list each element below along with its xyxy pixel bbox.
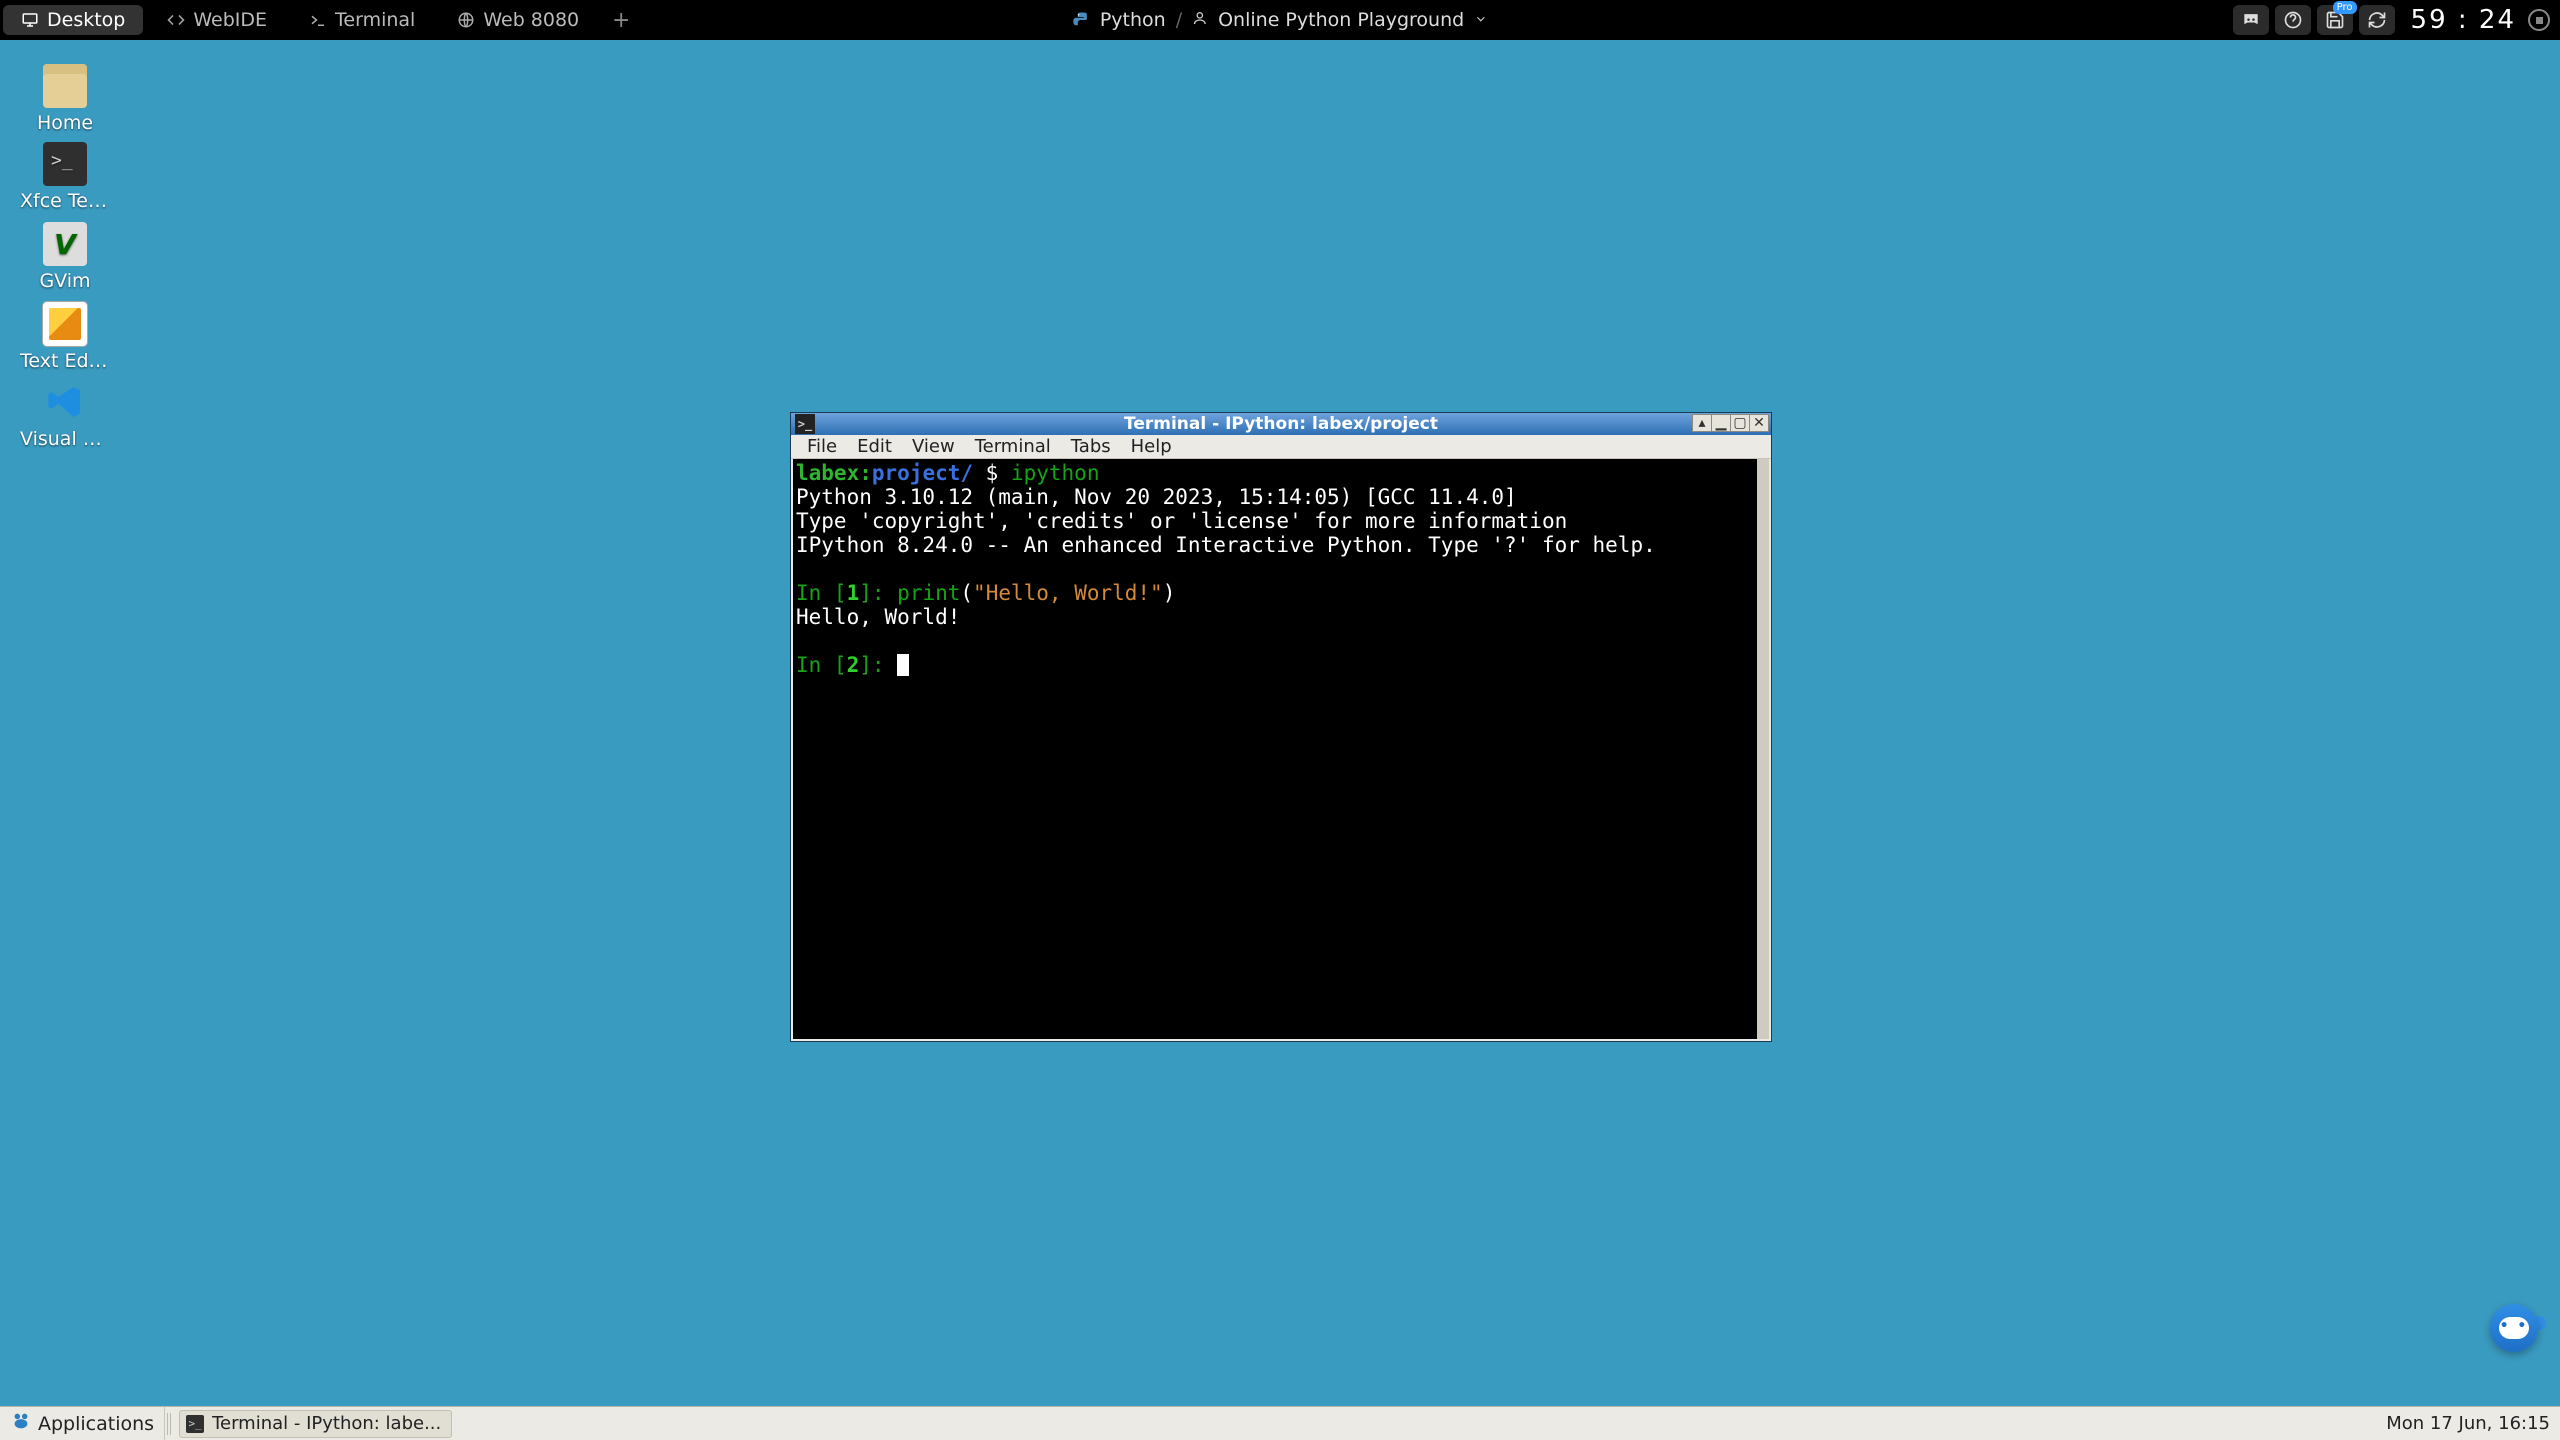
- session-timer: 59 : 24: [2411, 5, 2516, 35]
- menu-edit[interactable]: Edit: [847, 434, 902, 459]
- window-titlebar[interactable]: >_ Terminal - IPython: labex/project ▴ ▁…: [791, 413, 1771, 435]
- code-icon: [167, 11, 185, 29]
- tab-label: Web 8080: [483, 9, 579, 31]
- stop-timer-button[interactable]: [2528, 9, 2550, 31]
- tab-desktop[interactable]: Desktop: [3, 5, 143, 35]
- pro-badge: Pro: [2333, 1, 2357, 14]
- terminal-content[interactable]: labex:project/ $ ipython Python 3.10.12 …: [793, 459, 1769, 1039]
- applications-menu-button[interactable]: Applications: [0, 1407, 165, 1440]
- terminal-window[interactable]: >_ Terminal - IPython: labex/project ▴ ▁…: [790, 412, 1772, 1042]
- tab-label: Desktop: [47, 9, 125, 31]
- globe-icon: [457, 11, 475, 29]
- top-breadcrumb[interactable]: Python / Online Python Playground: [1072, 9, 1488, 31]
- prompt-user: labex: [796, 461, 859, 485]
- window-title: Terminal - IPython: labex/project: [791, 414, 1771, 434]
- prompt-sep: :: [859, 461, 872, 485]
- in-prefix: In [: [796, 653, 847, 677]
- blank-line: [796, 557, 1766, 581]
- xfce-taskbar: Applications >_ Terminal - IPython: labe…: [0, 1406, 2560, 1440]
- banner-line: Python 3.10.12 (main, Nov 20 2023, 15:14…: [796, 485, 1766, 509]
- menu-help[interactable]: Help: [1121, 434, 1182, 459]
- taskbar-clock[interactable]: Mon 17 Jun, 16:15: [2386, 1413, 2550, 1434]
- topbar-actions: Pro 59 : 24: [2233, 0, 2550, 40]
- prompt-icon: [309, 11, 327, 29]
- ipython-in-1: In [1]: print("Hello, World!"): [796, 581, 1766, 605]
- ipython-in-2: In [2]:: [796, 653, 1766, 677]
- paren-close: ): [1163, 581, 1176, 605]
- desktop-icon-gvim[interactable]: GVim: [20, 222, 110, 292]
- prompt-path: project/: [872, 461, 973, 485]
- typed-command: ipython: [1011, 461, 1100, 485]
- tab-terminal[interactable]: Terminal: [291, 5, 433, 35]
- icon-label: Text Edi...: [20, 350, 110, 372]
- terminal-scrollbar[interactable]: [1757, 459, 1769, 1039]
- text-cursor: [897, 654, 909, 676]
- in-prefix: In [: [796, 581, 847, 605]
- breadcrumb-page: Online Python Playground: [1218, 9, 1464, 31]
- paren-open: (: [960, 581, 973, 605]
- terminal-app-icon: >_: [795, 414, 815, 434]
- view-tabs: Desktop WebIDE Terminal Web 8080 +: [0, 0, 636, 40]
- desktop-icon-home[interactable]: Home: [20, 64, 110, 134]
- banner-line: Type 'copyright', 'credits' or 'license'…: [796, 509, 1766, 533]
- shade-button[interactable]: ▴: [1692, 414, 1712, 432]
- text-editor-icon: [43, 302, 87, 346]
- folder-icon: [43, 64, 87, 108]
- breadcrumb-sep: /: [1176, 9, 1182, 31]
- in-suffix: ]:: [859, 653, 897, 677]
- in-number: 1: [847, 581, 860, 605]
- add-tab-button[interactable]: +: [606, 8, 636, 33]
- terminal-menubar: File Edit View Terminal Tabs Help: [791, 435, 1771, 459]
- maximize-button[interactable]: ▢: [1730, 414, 1750, 432]
- call-name: print: [897, 581, 960, 605]
- prompt-dollar: $: [973, 461, 1011, 485]
- banner-line: IPython 8.24.0 -- An enhanced Interactiv…: [796, 533, 1766, 557]
- icon-label: Home: [20, 112, 110, 134]
- menu-tabs[interactable]: Tabs: [1061, 434, 1121, 459]
- icon-label: Visual S...: [20, 428, 110, 450]
- tab-webide[interactable]: WebIDE: [149, 5, 285, 35]
- tab-label: WebIDE: [193, 9, 267, 31]
- menu-terminal[interactable]: Terminal: [965, 434, 1061, 459]
- taskbar-item-label: Terminal - IPython: labe...: [212, 1413, 441, 1434]
- python-icon: [1072, 11, 1090, 29]
- vscode-icon: [43, 380, 87, 424]
- menu-view[interactable]: View: [902, 434, 965, 459]
- desktop-icon-xfce-terminal[interactable]: Xfce Ter...: [20, 142, 110, 212]
- taskbar-separator: [167, 1413, 173, 1435]
- chat-launcher-button[interactable]: [2490, 1304, 2538, 1352]
- user-icon: [1192, 9, 1208, 31]
- tab-label: Terminal: [335, 9, 415, 31]
- chevron-down-icon: [1474, 9, 1488, 31]
- breadcrumb-lang: Python: [1100, 9, 1166, 31]
- xfce-desktop[interactable]: Home Xfce Ter... GVim Text Edi... Visual…: [0, 40, 2560, 1406]
- in-suffix: ]:: [859, 581, 897, 605]
- applications-label: Applications: [38, 1413, 154, 1435]
- labex-topbar: Desktop WebIDE Terminal Web 8080 + Pytho…: [0, 0, 2560, 40]
- monitor-icon: [21, 11, 39, 29]
- string-literal: "Hello, World!": [973, 581, 1163, 605]
- desktop-icon-vscode[interactable]: Visual S...: [20, 380, 110, 450]
- tab-web8080[interactable]: Web 8080: [439, 5, 597, 35]
- minimize-button[interactable]: ▁: [1711, 414, 1731, 432]
- help-button[interactable]: [2275, 5, 2311, 35]
- discord-button[interactable]: [2233, 5, 2269, 35]
- desktop-icon-text-editor[interactable]: Text Edi...: [20, 302, 110, 372]
- terminal-icon: >_: [186, 1415, 204, 1433]
- window-controls: ▴ ▁ ▢ ✕: [1693, 414, 1769, 432]
- menu-file[interactable]: File: [797, 434, 847, 459]
- taskbar-item-terminal[interactable]: >_ Terminal - IPython: labe...: [179, 1410, 452, 1438]
- gvim-icon: [43, 222, 87, 266]
- blank-line: [796, 629, 1766, 653]
- refresh-button[interactable]: [2359, 5, 2395, 35]
- icon-label: GVim: [20, 270, 110, 292]
- in-number: 2: [847, 653, 860, 677]
- shell-prompt-line: labex:project/ $ ipython: [796, 461, 1766, 485]
- close-button[interactable]: ✕: [1749, 414, 1769, 432]
- save-button[interactable]: Pro: [2317, 5, 2353, 35]
- ipython-output: Hello, World!: [796, 605, 1766, 629]
- icon-label: Xfce Ter...: [20, 190, 110, 212]
- terminal-icon: [43, 142, 87, 186]
- xfce-logo-icon: [10, 1410, 32, 1438]
